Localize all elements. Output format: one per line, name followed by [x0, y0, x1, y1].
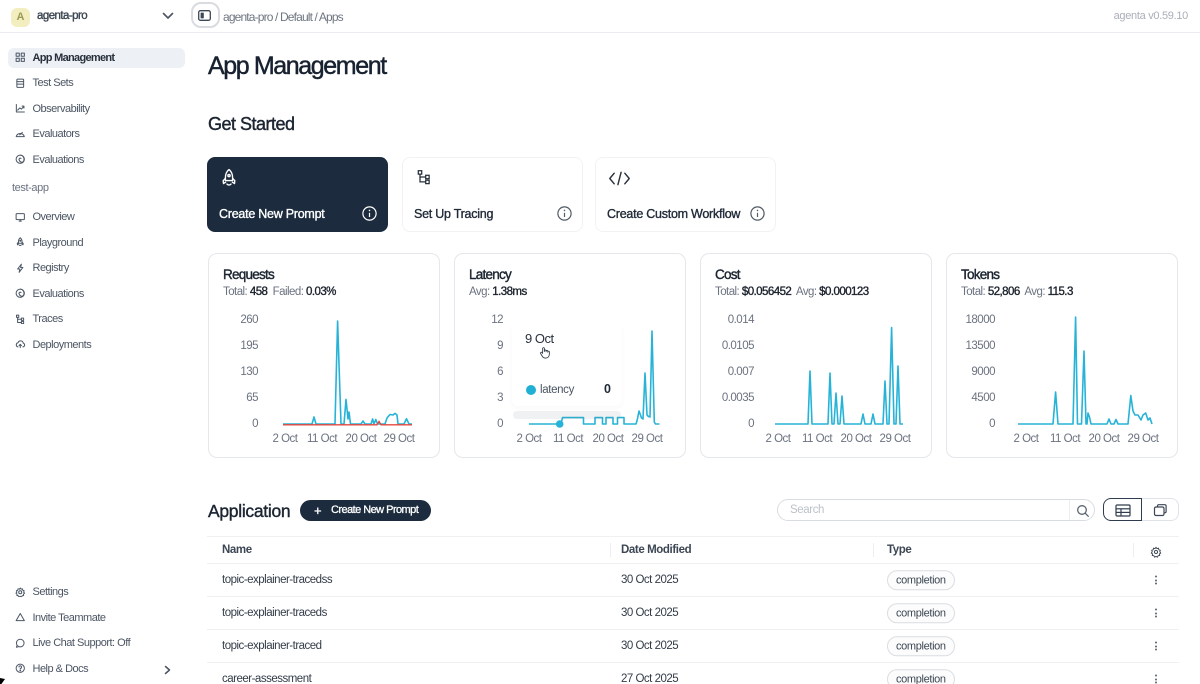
- svg-text:0.0105: 0.0105: [722, 340, 754, 352]
- svg-text:20 Oct: 20 Oct: [346, 433, 378, 445]
- svg-text:2 Oct: 2 Oct: [766, 433, 792, 445]
- svg-text:3: 3: [497, 392, 503, 404]
- svg-text:0: 0: [252, 418, 258, 430]
- svg-text:0.0035: 0.0035: [722, 392, 754, 404]
- svg-text:65: 65: [246, 392, 258, 404]
- svg-text:0.014: 0.014: [728, 314, 755, 326]
- svg-text:9000: 9000: [971, 366, 995, 378]
- svg-text:6: 6: [497, 366, 503, 378]
- svg-text:18000: 18000: [966, 314, 996, 326]
- svg-text:0: 0: [748, 418, 754, 430]
- svg-text:29 Oct: 29 Oct: [1128, 433, 1160, 445]
- svg-text:260: 260: [240, 314, 258, 326]
- svg-text:13500: 13500: [966, 340, 996, 352]
- svg-text:11 Oct: 11 Oct: [307, 433, 338, 445]
- svg-text:0.007: 0.007: [728, 366, 754, 378]
- svg-text:20 Oct: 20 Oct: [593, 433, 625, 445]
- svg-text:195: 195: [240, 340, 258, 352]
- svg-text:11 Oct: 11 Oct: [1050, 433, 1081, 445]
- svg-text:2 Oct: 2 Oct: [1014, 433, 1040, 445]
- svg-text:0: 0: [989, 418, 995, 430]
- svg-text:11 Oct: 11 Oct: [802, 433, 833, 445]
- svg-text:29 Oct: 29 Oct: [384, 433, 416, 445]
- svg-text:2 Oct: 2 Oct: [517, 433, 543, 445]
- svg-text:11 Oct: 11 Oct: [553, 433, 584, 445]
- svg-text:4500: 4500: [971, 392, 995, 404]
- svg-text:130: 130: [240, 366, 258, 378]
- svg-text:9: 9: [497, 340, 503, 352]
- svg-text:29 Oct: 29 Oct: [880, 433, 912, 445]
- svg-text:0: 0: [497, 418, 503, 430]
- svg-text:12: 12: [491, 314, 503, 326]
- svg-text:20 Oct: 20 Oct: [841, 433, 873, 445]
- svg-text:29 Oct: 29 Oct: [632, 433, 664, 445]
- svg-text:2 Oct: 2 Oct: [273, 433, 299, 445]
- svg-text:20 Oct: 20 Oct: [1089, 433, 1121, 445]
